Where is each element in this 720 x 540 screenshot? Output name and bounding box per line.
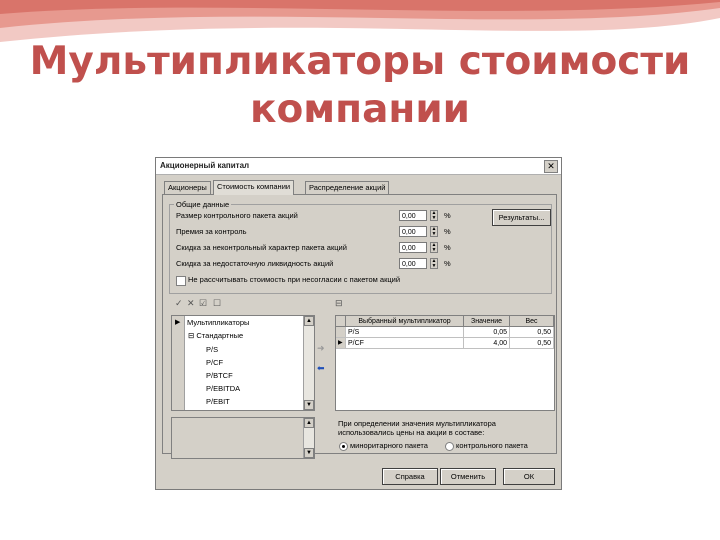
table-corner xyxy=(336,316,346,327)
description-scrollbar[interactable]: ▲ ▼ xyxy=(303,418,314,458)
col-header-multiplier[interactable]: Выбранный мультипликатор xyxy=(346,316,464,327)
slide-title-line1: Мультипликаторы стоимости xyxy=(29,39,691,84)
spin-icon[interactable]: ▲ ▼ xyxy=(430,258,438,269)
price-basis-note: При определении значения мультипликатора… xyxy=(338,419,496,437)
col-header-weight[interactable]: Вес xyxy=(510,316,554,327)
remove-arrow-icon[interactable]: ⬅ xyxy=(317,363,325,374)
scroll-up-icon[interactable]: ▲ xyxy=(304,418,314,428)
check-all-icon[interactable]: ☑ xyxy=(199,298,207,309)
tree-item-pebit[interactable]: P/EBIT xyxy=(206,397,230,407)
no-calc-checkbox[interactable] xyxy=(176,276,186,286)
noncontrol-discount-field[interactable]: 0,00 xyxy=(399,242,427,253)
tab-panel: Общие данные Размер контрольного пакета … xyxy=(162,194,557,459)
tree-item-root[interactable]: Мультипликаторы xyxy=(187,318,249,328)
selected-multipliers-table: Выбранный мультипликатор Значение Вес P/… xyxy=(335,315,555,411)
description-box: ▲ ▼ xyxy=(171,417,315,459)
help-button[interactable]: Справка xyxy=(382,468,438,485)
tree-gutter xyxy=(172,316,185,410)
ok-button[interactable]: ОК xyxy=(503,468,555,485)
close-icon[interactable]: ✕ xyxy=(544,160,558,173)
general-data-group: Общие данные Размер контрольного пакета … xyxy=(169,200,552,294)
unit-label: % xyxy=(444,259,451,268)
collapse-icon[interactable]: ⊟ xyxy=(335,298,343,309)
results-button[interactable]: Результаты... xyxy=(492,209,551,226)
tree-item-ps[interactable]: P/S xyxy=(206,345,218,355)
row-label-control-stake: Размер контрольного пакета акций xyxy=(176,211,298,220)
dialog-title: Акционерный капитал xyxy=(160,161,250,170)
liquidity-discount-field[interactable]: 0,00 xyxy=(399,258,427,269)
multiplier-tree: ▶ Мультипликаторы ⊟ Стандартные P/S P/CF… xyxy=(171,315,315,411)
spin-icon[interactable]: ▲ ▼ xyxy=(430,242,438,253)
tab-share-distribution[interactable]: Распределение акций xyxy=(305,181,390,194)
scroll-down-icon[interactable]: ▼ xyxy=(304,448,314,458)
no-calc-checkbox-label: Не рассчитывать стоимость при несогласии… xyxy=(188,275,401,284)
cell-value[interactable]: 4,00 xyxy=(464,338,510,349)
radio-minority[interactable] xyxy=(339,442,348,451)
control-premium-field[interactable]: 0,00 xyxy=(399,226,427,237)
row-selector[interactable] xyxy=(336,327,346,338)
add-arrow-icon[interactable]: ➜ xyxy=(317,343,325,354)
slide-title: Мультипликаторы стоимости компании xyxy=(0,38,720,134)
dialog-titlebar: Акционерный капитал ✕ xyxy=(156,158,561,175)
unit-label: % xyxy=(444,227,451,236)
tree-item-pebitda[interactable]: P/EBITDA xyxy=(206,384,240,394)
col-header-value[interactable]: Значение xyxy=(464,316,510,327)
cell-multiplier[interactable]: P/CF xyxy=(346,338,464,349)
radio-control-label: контрольного пакета xyxy=(456,441,528,450)
cell-value[interactable]: 0,05 xyxy=(464,327,510,338)
tab-shareholders[interactable]: Акционеры xyxy=(164,181,211,194)
delete-icon[interactable]: ✕ xyxy=(187,298,195,309)
row-pointer-icon: ▶ xyxy=(175,319,181,326)
uncheck-icon[interactable]: ☐ xyxy=(213,298,221,309)
tree-item-pcf[interactable]: P/CF xyxy=(206,358,223,368)
slide-title-line2: компании xyxy=(249,87,470,132)
cell-multiplier[interactable]: P/S xyxy=(346,327,464,338)
group-label: Общие данные xyxy=(174,200,232,209)
control-stake-field[interactable]: 0,00 xyxy=(399,210,427,221)
cancel-button[interactable]: Отменить xyxy=(440,468,496,485)
tree-item-standard[interactable]: ⊟ Стандартные xyxy=(188,331,243,341)
row-label-noncontrol-discount: Скидка за неконтрольный характер пакета … xyxy=(176,243,347,252)
spin-icon[interactable]: ▲ ▼ xyxy=(430,210,438,221)
check-icon[interactable]: ✓ xyxy=(175,298,183,309)
tree-scrollbar[interactable]: ▲ ▼ xyxy=(303,316,314,410)
row-pointer-icon[interactable]: ▶ xyxy=(336,338,346,349)
cell-weight[interactable]: 0,50 xyxy=(510,338,554,349)
spin-icon[interactable]: ▲ ▼ xyxy=(430,226,438,237)
tab-company-value[interactable]: Стоимость компании xyxy=(213,180,295,195)
row-label-control-premium: Премия за контроль xyxy=(176,227,247,236)
row-label-liquidity-discount: Скидка за недостаточную ликвидность акци… xyxy=(176,259,334,268)
dialog-window: Акционерный капитал ✕ Акционеры Стоимост… xyxy=(155,157,562,490)
scroll-up-icon[interactable]: ▲ xyxy=(304,316,314,326)
unit-label: % xyxy=(444,243,451,252)
radio-control[interactable] xyxy=(445,442,454,451)
tree-item-pbtcf[interactable]: P/BTCF xyxy=(206,371,233,381)
radio-minority-label: миноритарного пакета xyxy=(350,441,428,450)
tree-item-label: Стандартные xyxy=(196,331,244,340)
cell-weight[interactable]: 0,50 xyxy=(510,327,554,338)
unit-label: % xyxy=(444,211,451,220)
scroll-down-icon[interactable]: ▼ xyxy=(304,400,314,410)
